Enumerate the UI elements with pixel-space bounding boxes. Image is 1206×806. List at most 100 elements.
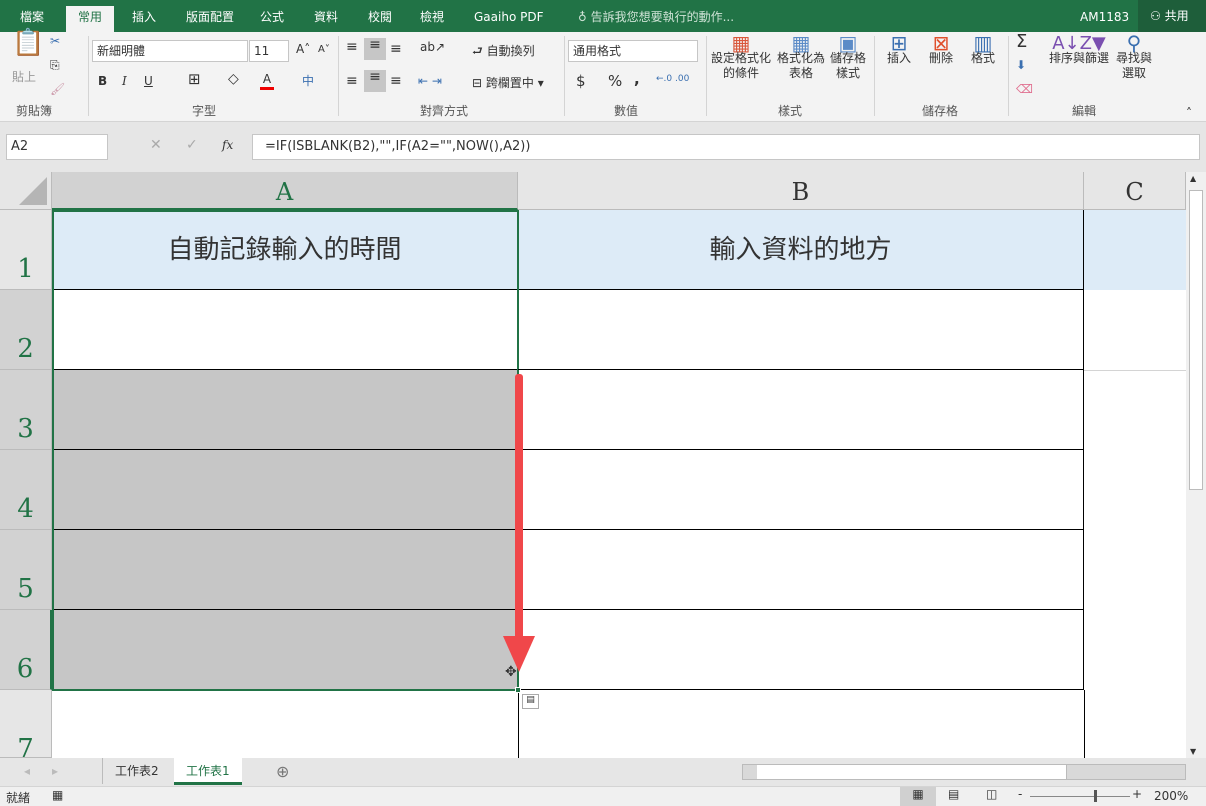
borders-icon[interactable]: ⊞ [188,72,201,87]
vertical-scrollbar[interactable]: ▲ ▼ [1186,172,1206,758]
tab-review[interactable]: 校閱 [356,6,404,32]
find-select-button[interactable]: ⚲ 尋找與選取 [1114,33,1154,81]
table-label: 格式化為表格 [776,51,825,80]
row-header-6[interactable]: 6 [0,610,52,690]
sheet-nav-prev-icon[interactable]: ◂ [24,764,30,778]
number-format-select[interactable]: 通用格式 [568,40,698,62]
tab-gaaiho-pdf[interactable]: Gaaiho PDF [462,6,555,32]
fill-icon[interactable]: ⬇ [1016,58,1026,73]
cell-b6[interactable] [518,610,1084,690]
column-header-b[interactable]: B [518,172,1084,210]
sort-filter-button[interactable]: A↓Z▼ 排序與篩選 [1048,35,1110,66]
sheet-tab-1[interactable]: 工作表1 [174,758,242,785]
format-cells-button[interactable]: ▥ 格式 [968,33,998,66]
collapse-ribbon-icon[interactable]: ˄ [1186,106,1192,121]
font-color-button[interactable]: A [260,72,274,90]
select-all-button[interactable] [0,172,52,210]
format-painter-icon[interactable]: 🖌 [50,82,65,97]
cell-styles-button[interactable]: ▣ 儲存格樣式 [830,33,866,81]
fill-handle[interactable] [515,687,521,693]
tab-page-layout[interactable]: 版面配置 [174,6,246,32]
phonetic-icon[interactable]: 中 [302,74,314,89]
zoom-out-button[interactable]: - [1018,787,1022,801]
cut-icon[interactable]: ✂ [50,34,60,49]
zoom-level[interactable]: 200% [1154,789,1188,803]
align-center-icon[interactable]: ≡ [364,70,386,92]
tab-home[interactable]: 常用 [66,6,115,32]
enter-icon[interactable]: ✓ [186,138,198,153]
cell-b4[interactable] [518,450,1084,530]
paste-icon[interactable]: 📋 [12,30,44,56]
bold-button[interactable]: B [98,74,107,89]
macro-record-icon[interactable]: ▦ [52,788,63,802]
paste-button[interactable]: 貼上 [12,70,36,85]
row-header-4[interactable]: 4 [0,450,52,530]
cell-c1[interactable] [1084,210,1186,290]
indent-icons[interactable]: ⇤ ⇥ [418,74,442,89]
insert-cells-button[interactable]: ⊞ 插入 [884,33,914,66]
font-size-select[interactable]: 11 [249,40,289,62]
name-box[interactable]: A2 [6,134,108,160]
row-header-3[interactable]: 3 [0,370,52,450]
tell-me-box[interactable]: ♁ 告訴我您想要執行的動作... [566,6,746,32]
normal-view-icon[interactable]: ▦ [900,787,936,806]
tab-view[interactable]: 檢視 [408,6,456,32]
wrap-text-button[interactable]: ⮐ 自動換列 [472,44,535,59]
sheet-nav-next-icon[interactable]: ▸ [52,764,58,778]
italic-button[interactable]: I [122,74,127,89]
cell-b1[interactable]: 輸入資料的地方 [518,210,1084,290]
delete-cells-button[interactable]: ⊠ 刪除 [926,33,956,66]
row-header-1[interactable]: 1 [0,210,52,290]
group-clipboard: 剪貼簿 [16,104,53,118]
row-header-7[interactable]: 7 [0,690,52,764]
comma-button[interactable]: , [634,72,640,87]
column-header-a[interactable]: A [52,172,518,210]
zoom-slider-thumb[interactable] [1094,790,1097,802]
scroll-down-icon[interactable]: ▼ [1190,747,1196,756]
share-button[interactable]: ⚇ 共用 [1138,0,1206,32]
orientation-icon[interactable]: ab↗ [420,40,445,55]
underline-button[interactable]: U [144,74,153,89]
column-header-c[interactable]: C [1084,172,1186,210]
sheet-tab-2[interactable]: 工作表2 [102,758,171,784]
decimal-icons[interactable]: ←.0 .00 [656,72,689,87]
cell-b3[interactable] [518,370,1084,450]
conditional-format-button[interactable]: ▦ 設定格式化的條件 [710,33,772,81]
grow-font-icon[interactable]: A˄ [296,42,310,57]
vertical-scroll-thumb[interactable] [1189,190,1203,490]
fill-color-icon[interactable]: ◇ [228,72,239,87]
page-break-view-icon[interactable]: ◫ [986,787,997,801]
merge-center-button[interactable]: ⊟ 跨欄置中 ▾ [472,76,544,91]
font-name-select[interactable]: 新細明體 [92,40,248,62]
tab-data[interactable]: 資料 [302,6,350,32]
zoom-in-button[interactable]: + [1132,787,1142,801]
align-bottom-icon[interactable]: ≡ [390,42,402,57]
formula-input[interactable]: =IF(ISBLANK(B2),"",IF(A2="",NOW(),A2)) [252,134,1200,160]
auto-fill-options-icon[interactable]: ▤ [522,694,539,709]
tab-formulas[interactable]: 公式 [248,6,296,32]
cell-b2[interactable] [518,290,1084,370]
autosum-icon[interactable]: Σ [1016,33,1027,51]
copy-icon[interactable]: ⎘ [50,58,60,73]
align-top-icon[interactable]: ≡ [346,40,358,55]
align-middle-icon[interactable]: ≡ [364,38,386,60]
align-left-icon[interactable]: ≡ [346,74,358,89]
percent-button[interactable]: % [608,74,622,89]
row-header-5[interactable]: 5 [0,530,52,610]
row-header-2[interactable]: 2 [0,290,52,370]
page-layout-view-icon[interactable]: ▤ [948,787,959,801]
cancel-icon[interactable]: ✕ [150,138,162,153]
scroll-up-icon[interactable]: ▲ [1190,174,1196,183]
clear-icon[interactable]: ⌫ [1016,82,1033,97]
tab-insert[interactable]: 插入 [120,6,168,32]
insert-function-button[interactable]: fx [222,138,233,153]
shrink-font-icon[interactable]: A˅ [318,42,330,57]
format-as-table-button[interactable]: ▦ 格式化為表格 [776,33,826,81]
currency-button[interactable]: $ [576,74,586,89]
align-right-icon[interactable]: ≡ [390,74,402,89]
horizontal-scrollbar[interactable] [742,764,1186,780]
cell-b5[interactable] [518,530,1084,610]
horizontal-scroll-thumb[interactable] [757,765,1067,779]
add-sheet-button[interactable]: ⊕ [276,762,289,781]
zoom-slider[interactable] [1030,796,1130,797]
